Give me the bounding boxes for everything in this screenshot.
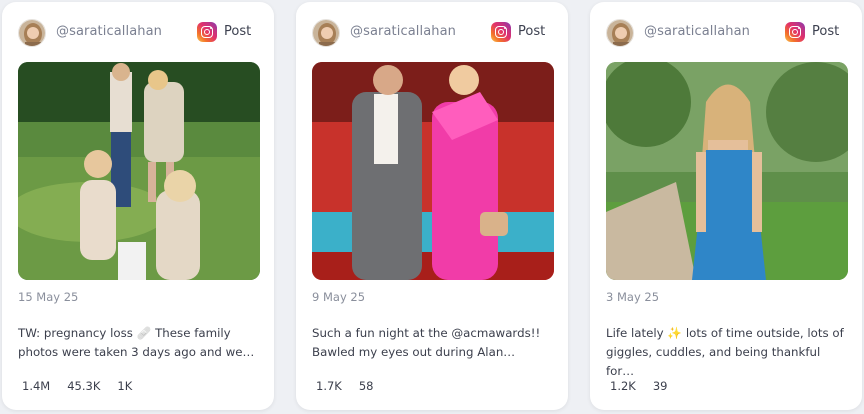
stat-comments: 39 [652,379,668,393]
post-caption[interactable]: Life lately ✨ lots of time outside, lots… [606,324,848,381]
post-image[interactable] [312,62,554,280]
post-caption[interactable]: Such a fun night at the @acmawards!! Baw… [312,324,554,362]
avatar[interactable] [312,19,340,47]
post-stats: 1.2K 39 [610,379,667,393]
instagram-icon [491,22,511,42]
post-image[interactable] [606,62,848,280]
stat-shares: 1K [117,379,133,393]
card-header: @saraticallahan Post [296,16,568,52]
post-stats: 1.7K 58 [316,379,373,393]
instagram-icon [785,22,805,42]
post-card[interactable]: @saraticallahan Post 9 May 25 Such a fun… [296,2,568,410]
stat-likes: 1.4M [22,379,51,393]
card-header: @saraticallahan Post [2,16,274,52]
card-header: @saraticallahan Post [590,16,862,52]
username[interactable]: @saraticallahan [644,24,750,39]
post-card[interactable]: @saraticallahan Post 15 May 25 TW: pregn… [2,2,274,410]
post-type-label: Post [812,24,840,39]
post-date: 9 May 25 [312,290,366,304]
avatar[interactable] [606,19,634,47]
post-caption[interactable]: TW: pregnancy loss 🩹 These family photos… [18,324,260,362]
username[interactable]: @saraticallahan [350,24,456,39]
stat-likes: 1.2K [610,379,636,393]
stat-likes: 1.7K [316,379,342,393]
stat-comments: 58 [358,379,374,393]
post-image[interactable] [18,62,260,280]
post-stats: 1.4M 45.3K 1K [22,379,132,393]
post-type-label: Post [518,24,546,39]
post-type-label: Post [224,24,252,39]
username[interactable]: @saraticallahan [56,24,162,39]
post-card[interactable]: @saraticallahan Post 3 May 25 Life latel… [590,2,862,410]
post-date: 3 May 25 [606,290,660,304]
post-date: 15 May 25 [18,290,79,304]
avatar[interactable] [18,19,46,47]
instagram-icon [197,22,217,42]
stat-comments: 45.3K [67,379,101,393]
